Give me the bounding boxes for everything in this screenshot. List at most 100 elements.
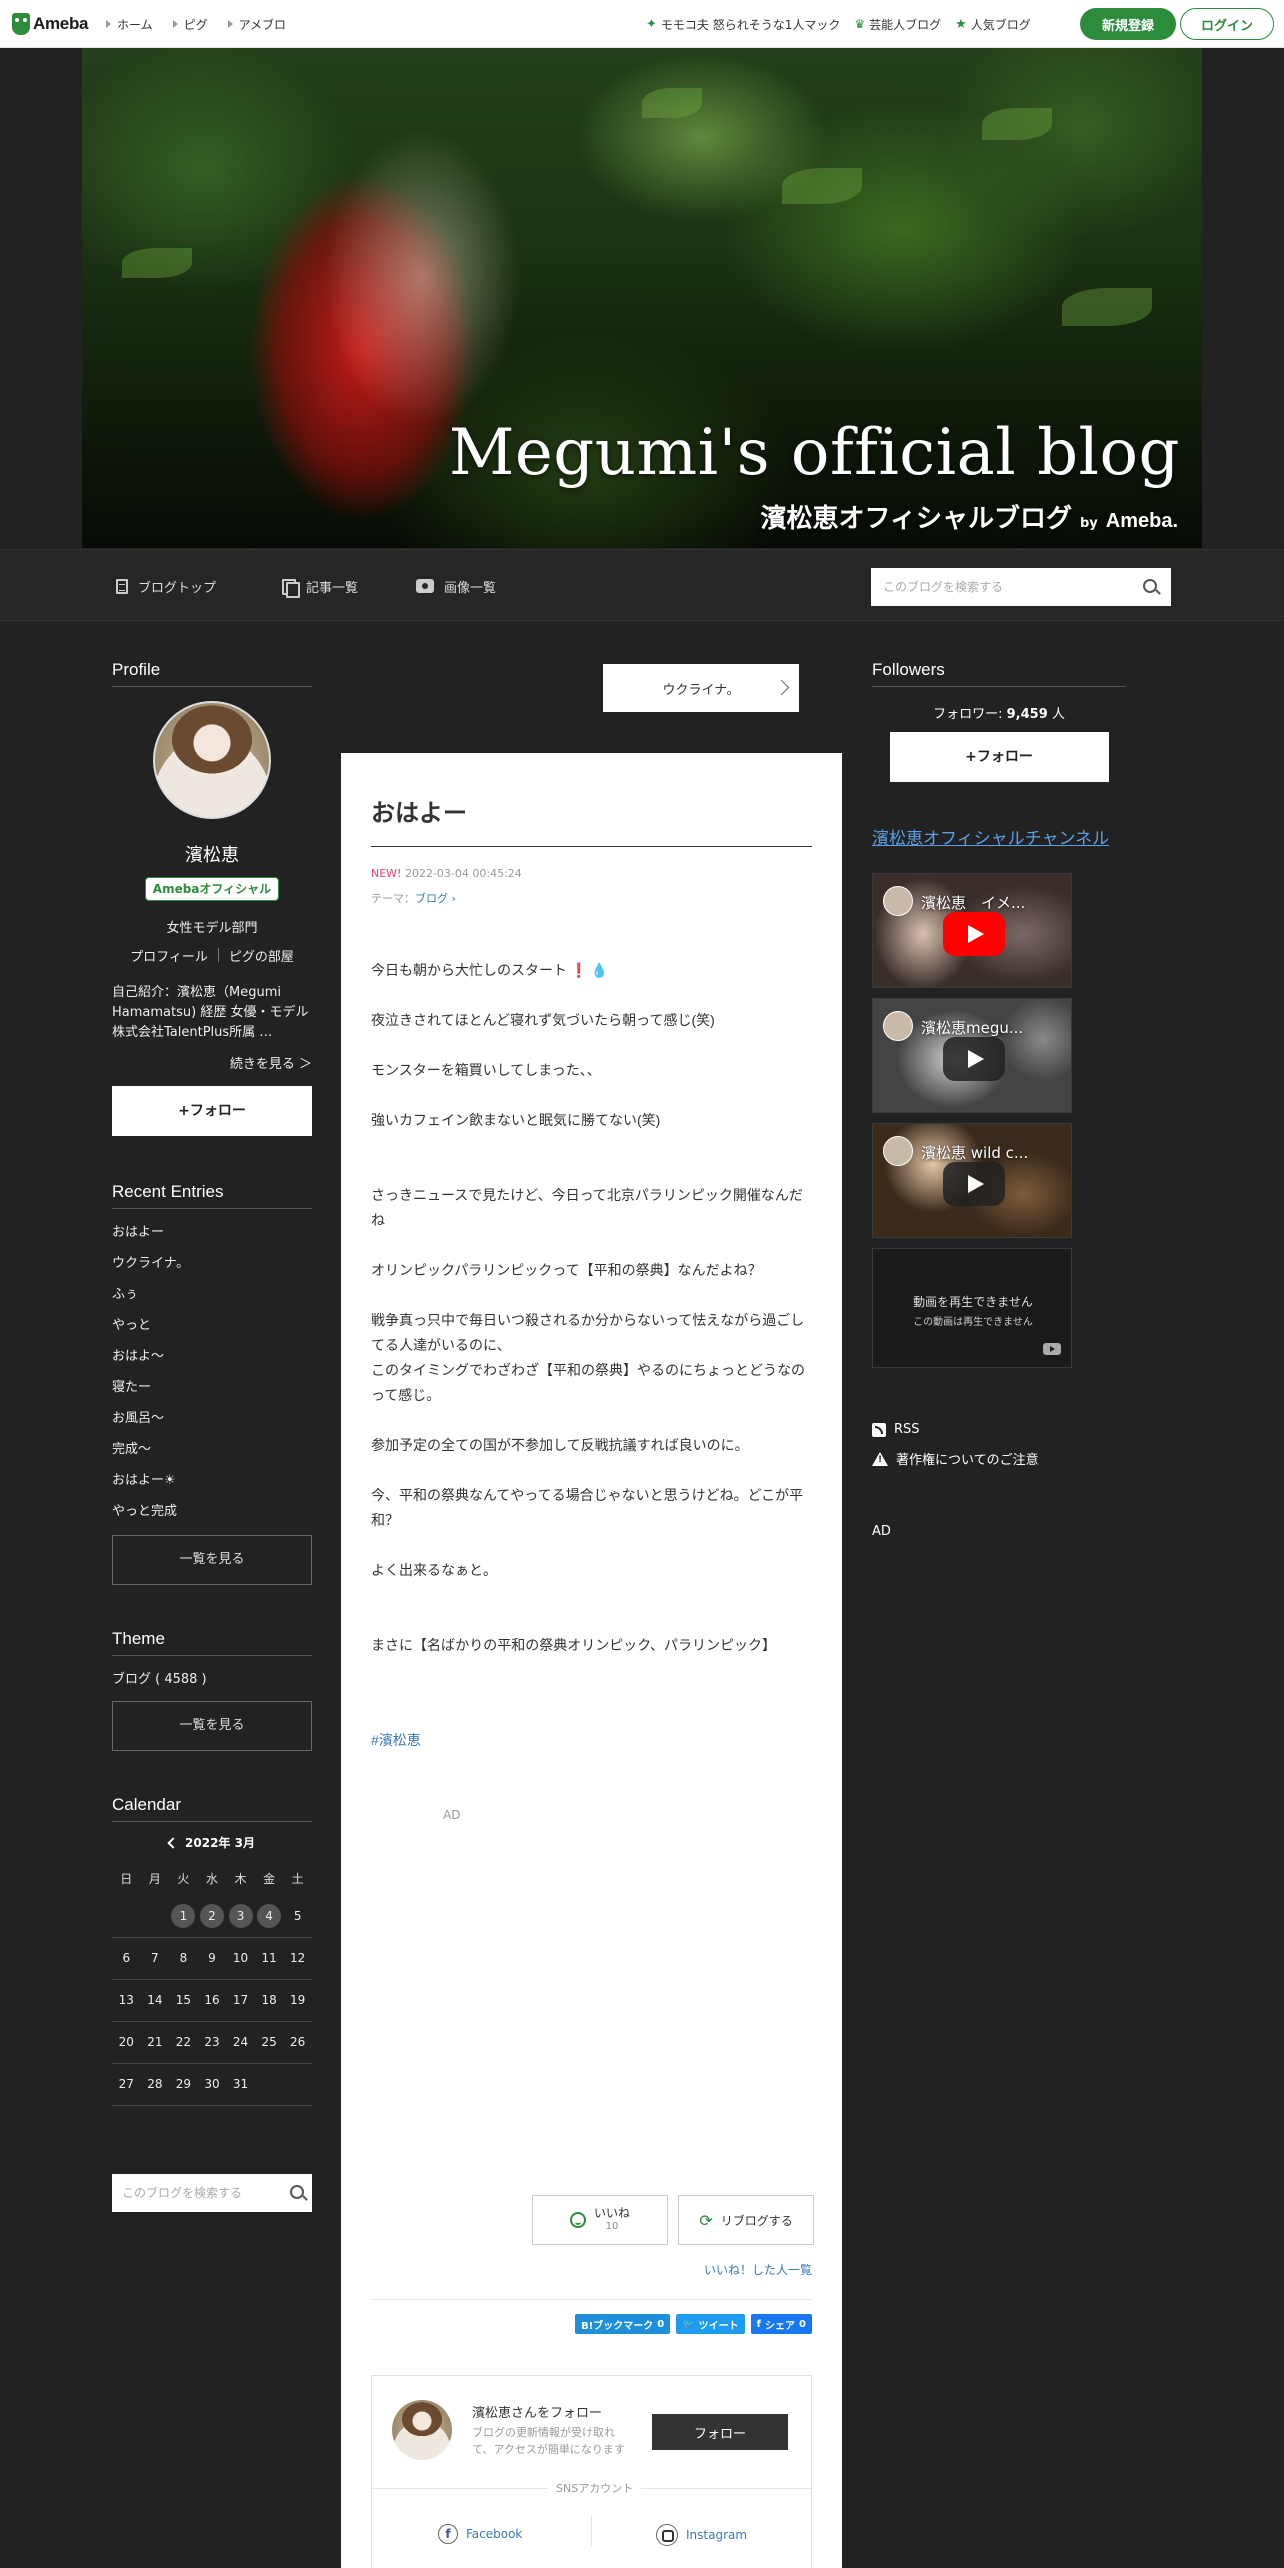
ameba-logo-text: Ameba bbox=[33, 14, 89, 33]
video-thumbnail[interactable]: 濱松恵 イメ... bbox=[872, 873, 1072, 988]
tab-entry-list[interactable]: 記事一覧 bbox=[282, 550, 358, 622]
profile-heading: Profile bbox=[112, 660, 312, 687]
video-title: 濱松恵megu... bbox=[921, 1019, 1024, 1037]
chevron-right-icon: › bbox=[448, 892, 456, 905]
sns-label: SNSアカウント bbox=[548, 2480, 642, 2496]
recent-list-button[interactable]: 一覧を見る bbox=[112, 1535, 312, 1585]
read-more-link[interactable]: 続きを見る ＞ bbox=[112, 1053, 312, 1072]
like-button[interactable]: いいね 10 bbox=[532, 2195, 668, 2245]
channel-avatar bbox=[883, 1011, 913, 1041]
video-unavailable: 動画を再生できません この動画は再生できません bbox=[872, 1248, 1072, 1368]
article-line: まさに【名ばかりの平和の祭典オリンピック、パラリンピック】 bbox=[371, 1637, 777, 1653]
play-icon[interactable] bbox=[943, 1162, 1005, 1206]
author-avatar[interactable] bbox=[392, 2400, 452, 2460]
recent-entry-link[interactable]: ウクライナ。 bbox=[112, 1248, 312, 1279]
reaction-buttons: いいね 10 ⟳ リブログする bbox=[532, 2195, 814, 2245]
recent-entry-link[interactable]: 完成～ bbox=[112, 1434, 312, 1465]
calendar-day[interactable]: 4 bbox=[254, 1895, 284, 1938]
facebook-share-button[interactable]: f シェア 0 bbox=[750, 2314, 812, 2334]
channel-avatar bbox=[883, 1136, 913, 1166]
recent-entry-link[interactable]: おはよ～ bbox=[112, 1341, 312, 1372]
liked-users-link[interactable]: いいね！した人一覧 bbox=[704, 2261, 812, 2278]
article-line: 夜泣きされてほとんど寝れず気づいたら朝って感じ(笑) bbox=[371, 1012, 715, 1028]
warning-icon bbox=[872, 1451, 888, 1466]
tab-blog-top[interactable]: ブログトップ bbox=[116, 550, 216, 622]
tab-image-list[interactable]: 画像一覧 bbox=[416, 550, 496, 622]
play-icon[interactable] bbox=[943, 1037, 1005, 1081]
recent-entry-link[interactable]: ふぅ bbox=[112, 1279, 312, 1310]
celebrity-blogs-link[interactable]: ♛ 芸能人ブログ bbox=[854, 16, 941, 33]
blog-search-input[interactable] bbox=[883, 580, 1123, 594]
right-sidebar: Followers フォロワー: 9,459 人 +フォロー 濱松恵オフィシャル… bbox=[872, 660, 1126, 1539]
follow-box-title: 濱松恵さんをフォロー bbox=[472, 2406, 603, 2421]
instagram-icon bbox=[656, 2524, 678, 2546]
official-badge[interactable]: Amebaオフィシャル bbox=[145, 877, 279, 901]
instagram-link[interactable]: Instagram bbox=[656, 2524, 747, 2546]
blog-header-image[interactable]: Megumi's official blog 濱松恵オフィシャルブログ by A… bbox=[82, 48, 1202, 548]
hashtag-link[interactable]: #濱松恵 bbox=[371, 1732, 421, 1748]
profile-category[interactable]: 女性モデル部門 bbox=[112, 917, 312, 936]
reblog-label: リブログする bbox=[720, 2213, 793, 2228]
nav-ameblo[interactable]: アメブロ bbox=[227, 16, 286, 33]
facebook-link[interactable]: f Facebook bbox=[438, 2524, 522, 2544]
follow-box-button[interactable]: フォロー bbox=[652, 2414, 788, 2450]
article-title[interactable]: おはよー bbox=[371, 753, 812, 847]
calendar-empty bbox=[140, 1895, 170, 1938]
login-button[interactable]: ログイン bbox=[1180, 8, 1274, 40]
recent-entry-link[interactable]: おはよー bbox=[112, 1217, 312, 1248]
profile-avatar[interactable] bbox=[153, 701, 271, 819]
calendar-empty bbox=[112, 1895, 141, 1938]
follow-button[interactable]: +フォロー bbox=[889, 732, 1109, 782]
ameba-logo[interactable]: Ameba bbox=[12, 11, 88, 37]
sidebar-search-input[interactable] bbox=[122, 2185, 282, 2200]
calendar-day[interactable]: 3 bbox=[226, 1895, 255, 1938]
chevron-left-icon[interactable] bbox=[167, 1836, 179, 1849]
calendar-day: 11 bbox=[254, 1937, 284, 1980]
recent-entry-link[interactable]: やっと bbox=[112, 1310, 312, 1341]
theme-link[interactable]: ブログ bbox=[415, 892, 448, 905]
video-thumbnail[interactable]: 濱松恵 wild c... bbox=[872, 1123, 1072, 1238]
follow-button[interactable]: +フォロー bbox=[112, 1086, 312, 1136]
reblog-button[interactable]: ⟳ リブログする bbox=[678, 2195, 814, 2245]
rss-label: RSS bbox=[894, 1422, 920, 1437]
profile-name[interactable]: 濱松恵 bbox=[112, 841, 312, 867]
play-icon[interactable] bbox=[943, 912, 1005, 956]
register-button[interactable]: 新規登録 bbox=[1080, 8, 1176, 40]
calendar-weekday: 水 bbox=[205, 1871, 218, 1886]
tweet-button[interactable]: 🐦 ツイート bbox=[676, 2314, 745, 2334]
nav-home[interactable]: ホーム bbox=[106, 16, 153, 33]
rss-link[interactable]: RSS bbox=[872, 1422, 1126, 1437]
nav-pigg[interactable]: ピグ bbox=[172, 16, 208, 33]
search-icon[interactable] bbox=[290, 2184, 304, 2199]
followers-unit: 人 bbox=[1051, 707, 1065, 722]
global-nav: ホーム ピグ アメブロ bbox=[106, 0, 286, 48]
calendar-day[interactable]: 2 bbox=[197, 1895, 227, 1938]
popular-blogs-link[interactable]: ★ 人気ブログ bbox=[955, 16, 1031, 33]
video-thumbnail[interactable]: 濱松恵megu... bbox=[872, 998, 1072, 1113]
profile-link[interactable]: プロフィール bbox=[130, 946, 208, 965]
calendar-table: 日月火水木金土 1 2 3 4 5 6 7 8 9 10 11 12 13 14 15 16 17 18 19 20 2… bbox=[112, 1861, 312, 2106]
follow-box-desc: ブログの更新情報が受け取れて、アクセスが簡単になります bbox=[472, 2426, 625, 2456]
share-label: B!ブックマーク bbox=[581, 2320, 654, 2332]
recent-entry-link[interactable]: お風呂～ bbox=[112, 1403, 312, 1434]
recent-entry-link[interactable]: おはよー☀ bbox=[112, 1465, 312, 1496]
calendar-weekday: 日 bbox=[120, 1871, 133, 1886]
theme-list-button[interactable]: 一覧を見る bbox=[112, 1701, 312, 1751]
article-line: さっきニュースで見たけど、今日って北京パラリンピック開催なんだね bbox=[371, 1187, 803, 1228]
article-line: 戦争真っ只中で毎日いつ殺されるか分からないって怯えながら過ごしてる人達がいるのに… bbox=[371, 1312, 805, 1353]
copyright-notice-link[interactable]: 著作権についてのご注意 bbox=[872, 1449, 1126, 1468]
prev-entry-button[interactable]: ウクライナ。 bbox=[603, 664, 799, 712]
trending-entry-link[interactable]: ✦ モモコ夫 怒られそうな1人マック bbox=[646, 16, 840, 33]
tab-label: ブログトップ bbox=[138, 580, 217, 596]
recent-entry-link[interactable]: 寝たー bbox=[112, 1372, 312, 1403]
youtube-icon[interactable] bbox=[1043, 1343, 1061, 1355]
hatena-bookmark-button[interactable]: B!ブックマーク 0 bbox=[575, 2314, 671, 2334]
calendar-day[interactable]: 1 bbox=[169, 1895, 198, 1938]
recent-entry-link[interactable]: やっと完成 bbox=[112, 1496, 312, 1527]
share-buttons: B!ブックマーク 0 🐦 ツイート f シェア 0 bbox=[575, 2314, 812, 2334]
theme-item-blog[interactable]: ブログ ( 4588 ) bbox=[112, 1668, 312, 1687]
official-channel-link[interactable]: 濱松恵オフィシャルチャンネル bbox=[872, 824, 1126, 849]
search-icon[interactable] bbox=[1143, 579, 1157, 593]
calendar-week: 13 14 15 16 17 18 19 bbox=[112, 1979, 312, 2022]
pigg-room-link[interactable]: ピグの部屋 bbox=[229, 946, 294, 965]
